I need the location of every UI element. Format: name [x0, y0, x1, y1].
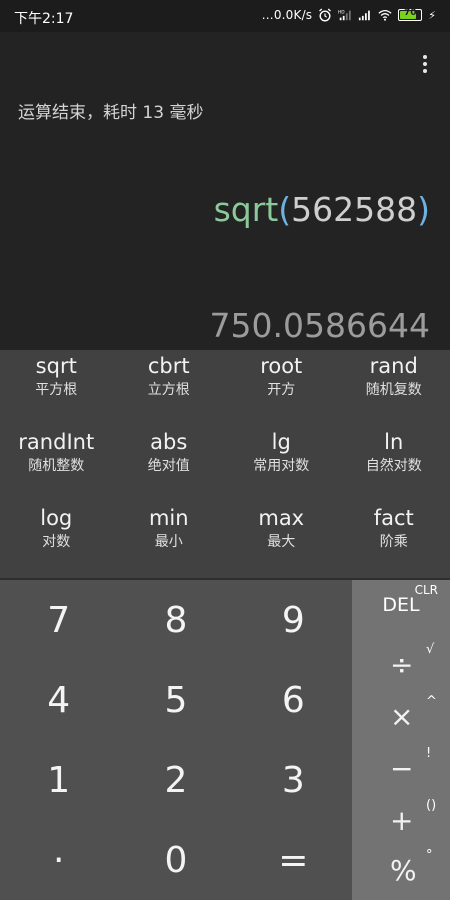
func-name: lg	[271, 430, 291, 454]
status-bar: 下午2:17 …0.0K/s HD 70 ⚡	[0, 0, 450, 32]
func-desc: 对数	[42, 534, 71, 550]
func-key-cbrt[interactable]: cbrt 立方根	[113, 350, 226, 426]
func-key-abs[interactable]: abs 绝对值	[113, 426, 226, 502]
function-panel: sqrt 平方根 cbrt 立方根 root 开方 rand 随机复数 randInt 随…	[0, 350, 450, 578]
func-key-max[interactable]: max 最大	[225, 502, 338, 578]
status-message: 运算结束，耗时 13 毫秒	[18, 103, 204, 123]
battery-icon: 70	[398, 8, 423, 21]
key-equals[interactable]: =	[235, 820, 352, 900]
signal-strength-icon	[359, 10, 371, 21]
func-name: root	[260, 354, 303, 378]
wifi-icon	[378, 9, 392, 21]
operator-column: CLR DEL ÷ √ × ^ − ! + () % °	[352, 580, 450, 900]
svg-text:HD: HD	[338, 9, 345, 15]
key-1[interactable]: 1	[0, 740, 117, 820]
display-area: 运算结束，耗时 13 毫秒 sqrt(562588) 750.0586644	[0, 32, 450, 350]
func-desc: 最小	[154, 534, 183, 550]
key-4[interactable]: 4	[0, 660, 117, 740]
func-desc: 常用对数	[253, 458, 310, 474]
func-desc: 绝对值	[147, 458, 190, 474]
func-name: fact	[373, 506, 414, 530]
key-7[interactable]: 7	[0, 580, 117, 660]
func-desc: 随机复数	[365, 382, 422, 398]
func-desc: 开方	[267, 382, 296, 398]
func-desc: 阶乘	[379, 534, 408, 550]
func-key-ln[interactable]: ln 自然对数	[338, 426, 450, 502]
status-icons: …0.0K/s HD 70 ⚡	[262, 8, 436, 22]
func-desc: 自然对数	[365, 458, 422, 474]
func-key-rand[interactable]: rand 随机复数	[338, 350, 450, 426]
func-key-log[interactable]: log 对数	[0, 502, 113, 578]
func-key-randint[interactable]: randInt 随机整数	[0, 426, 113, 502]
op-multiply-row: × ^	[352, 694, 450, 744]
func-name: sqrt	[35, 354, 77, 378]
func-key-sqrt[interactable]: sqrt 平方根	[0, 350, 113, 426]
key-0[interactable]: 0	[117, 820, 234, 900]
minus-button[interactable]: −	[390, 752, 413, 785]
battery-level: 70	[404, 8, 417, 18]
func-name: ln	[384, 430, 404, 454]
func-name: cbrt	[147, 354, 190, 378]
func-name: abs	[150, 430, 188, 454]
key-9[interactable]: 9	[235, 580, 352, 660]
key-8[interactable]: 8	[117, 580, 234, 660]
number-pad: 7 8 9 4 5 6 1 2 3 · 0 =	[0, 580, 352, 900]
func-key-root[interactable]: root 开方	[225, 350, 338, 426]
op-minus-row: − !	[352, 746, 450, 796]
charging-icon: ⚡	[428, 8, 436, 22]
network-speed: …0.0K/s	[262, 8, 313, 22]
func-name: rand	[369, 354, 418, 378]
power-button[interactable]: ^	[426, 694, 437, 709]
key-3[interactable]: 3	[235, 740, 352, 820]
plus-button[interactable]: +	[390, 804, 413, 837]
key-6[interactable]: 6	[235, 660, 352, 740]
func-desc: 平方根	[35, 382, 78, 398]
func-name: log	[40, 506, 73, 530]
expression-close-paren: )	[417, 190, 430, 229]
multiply-button[interactable]: ×	[390, 700, 413, 733]
expression-function: sqrt	[213, 190, 279, 229]
func-name: min	[148, 506, 189, 530]
func-desc: 随机整数	[28, 458, 85, 474]
expression-input[interactable]: sqrt(562588)	[214, 190, 430, 229]
op-plus-row: + ()	[352, 798, 450, 848]
key-decimal-point[interactable]: ·	[0, 820, 117, 900]
degree-button[interactable]: °	[426, 848, 433, 863]
parentheses-button[interactable]: ()	[426, 798, 436, 813]
func-key-fact[interactable]: fact 阶乘	[338, 502, 450, 578]
func-key-min[interactable]: min 最小	[113, 502, 226, 578]
more-vertical-icon[interactable]	[416, 52, 434, 76]
func-name: max	[258, 506, 305, 530]
expression-open-paren: (	[278, 190, 292, 229]
func-key-lg[interactable]: lg 常用对数	[225, 426, 338, 502]
network-speed-value: 0.0K/s	[273, 8, 313, 22]
op-divide-row: ÷ √	[352, 642, 450, 692]
status-time: 下午2:17	[14, 11, 74, 27]
signal-hd-icon: HD	[338, 9, 351, 21]
more-dots-icon: …	[261, 8, 274, 22]
result-display[interactable]: 750.0586644	[210, 306, 430, 345]
key-5[interactable]: 5	[117, 660, 234, 740]
expression-argument: 562588	[291, 190, 418, 229]
key-2[interactable]: 2	[117, 740, 234, 820]
sqrt-symbol-button[interactable]: √	[426, 642, 434, 657]
alarm-clock-icon	[319, 8, 332, 22]
func-desc: 立方根	[147, 382, 190, 398]
factorial-button[interactable]: !	[426, 746, 431, 761]
op-percent-row: % °	[352, 848, 450, 898]
func-name: randInt	[18, 430, 95, 454]
delete-button[interactable]: DEL	[352, 594, 450, 616]
divide-button[interactable]: ÷	[390, 648, 413, 681]
func-desc: 最大	[267, 534, 296, 550]
percent-button[interactable]: %	[390, 854, 417, 887]
